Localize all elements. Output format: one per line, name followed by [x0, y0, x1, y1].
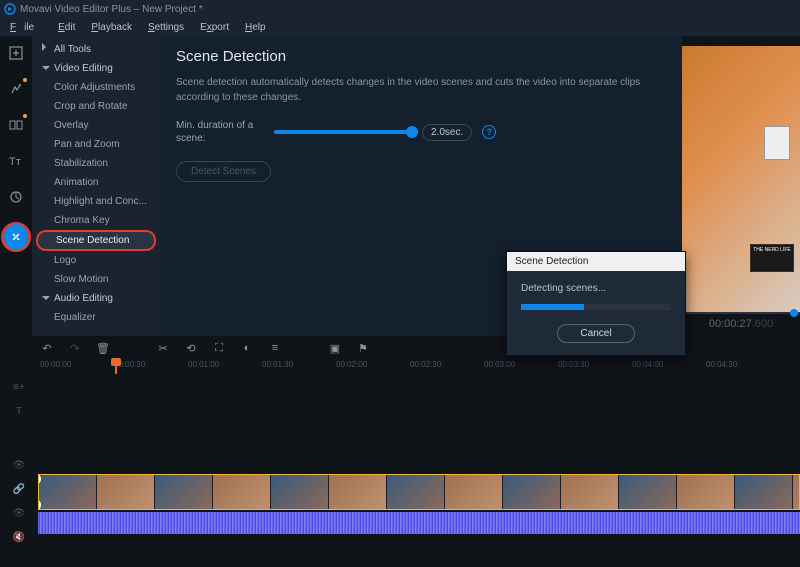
sidebar-item-stabilization[interactable]: Stabilization [32, 154, 160, 173]
undo-icon[interactable]: ↶ [40, 341, 54, 355]
sidebar-item-color[interactable]: Color Adjustments [32, 78, 160, 97]
sidebar-item-chromakey[interactable]: Chroma Key [32, 211, 160, 230]
min-duration-slider[interactable] [274, 130, 412, 134]
audio-track-clip[interactable] [38, 512, 800, 534]
detect-scenes-button[interactable]: Detect Scenes [176, 161, 271, 182]
add-track-icon[interactable]: ≡+ [13, 382, 25, 396]
sidebar-item-slowmotion[interactable]: Slow Motion [32, 270, 160, 289]
menubar: File Edit Playback Settings Export Help [0, 18, 800, 36]
titles-icon[interactable]: Tᴛ [5, 150, 27, 172]
min-duration-label: Min. duration of a scene: [176, 119, 264, 145]
titlebar: Movavi Video Editor Plus – New Project * [0, 0, 800, 18]
add-media-icon[interactable] [5, 42, 27, 64]
cut-icon[interactable]: ✂ [156, 341, 170, 355]
clip-props-icon[interactable]: ≡ [268, 341, 282, 355]
help-icon[interactable]: ? [482, 125, 496, 139]
sidebar-item-logo[interactable]: Logo [32, 251, 160, 270]
preview-scrubber[interactable] [682, 312, 800, 314]
preview-sign: THE NERD LIFE [750, 244, 794, 272]
svg-text:Tᴛ: Tᴛ [9, 156, 21, 168]
tool-strip: Tᴛ [0, 36, 32, 336]
highlight-ring [1, 222, 31, 252]
preview-pane: THE NERD LIFE 00:00:27.600 [682, 36, 800, 336]
sidebar-video-editing[interactable]: Video Editing [32, 59, 160, 78]
progress-bar [521, 304, 671, 310]
sidebar: All Tools Video Editing Color Adjustment… [32, 36, 160, 336]
text-track-icon[interactable]: T [16, 406, 22, 420]
sidebar-item-animation[interactable]: Animation [32, 173, 160, 192]
filters-icon[interactable] [5, 78, 27, 100]
menu-settings[interactable]: Settings [140, 20, 192, 35]
video-track-clip[interactable] [38, 474, 800, 510]
crop-icon[interactable]: ⛶ [212, 341, 226, 355]
progress-dialog: Scene Detection Detecting scenes... Canc… [506, 251, 686, 356]
preview-timecode: 00:00:27.600 [709, 318, 773, 330]
app-logo-icon [4, 3, 16, 15]
panel-description: Scene detection automatically detects ch… [176, 75, 666, 105]
delete-icon[interactable]: 🗑 [96, 341, 110, 355]
sidebar-item-overlay[interactable]: Overlay [32, 116, 160, 135]
timeline-tracks: ≡+ T 👁 🔗 👁 🔇 [0, 374, 800, 549]
marker-icon[interactable]: ⚑ [356, 341, 370, 355]
record-icon[interactable]: ▣ [328, 341, 342, 355]
sidebar-item-highlight[interactable]: Highlight and Conc... [32, 192, 160, 211]
cancel-button[interactable]: Cancel [557, 324, 634, 343]
menu-export[interactable]: Export [192, 20, 237, 35]
more-tools-icon[interactable] [4, 224, 28, 250]
dialog-title: Scene Detection [507, 252, 685, 271]
sidebar-all-tools[interactable]: All Tools [32, 40, 160, 59]
panel-title: Scene Detection [176, 48, 666, 65]
menu-playback[interactable]: Playback [83, 20, 140, 35]
sidebar-item-scenedetection[interactable]: Scene Detection [36, 230, 156, 251]
redo-icon[interactable]: ↷ [68, 341, 82, 355]
sidebar-item-panzoom[interactable]: Pan and Zoom [32, 135, 160, 154]
menu-file[interactable]: File [2, 20, 50, 35]
preview-frame: THE NERD LIFE [682, 46, 800, 312]
stickers-icon[interactable] [5, 186, 27, 208]
track-heads: ≡+ T 👁 🔗 👁 🔇 [0, 374, 38, 549]
sidebar-item-crop[interactable]: Crop and Rotate [32, 97, 160, 116]
track-link-icon[interactable]: 🔗 [13, 484, 25, 498]
dialog-status: Detecting scenes... [521, 283, 671, 294]
track-visibility2-icon[interactable]: 👁 [13, 508, 26, 522]
sidebar-item-equalizer[interactable]: Equalizer [32, 308, 160, 327]
rotate-icon[interactable]: ⟲ [184, 341, 198, 355]
timeline-ruler[interactable]: 00:00:0000:00:3000:01:0000:01:3000:02:00… [0, 360, 800, 374]
min-duration-value[interactable]: 2.0sec. [422, 124, 472, 141]
preview-photo [764, 126, 790, 160]
sidebar-audio-editing[interactable]: Audio Editing [32, 289, 160, 308]
window-title: Movavi Video Editor Plus – New Project * [20, 4, 203, 15]
menu-edit[interactable]: Edit [50, 20, 83, 35]
color-icon[interactable]: ◐ [240, 341, 254, 355]
track-visibility-icon[interactable]: 👁 [13, 460, 26, 474]
transitions-icon[interactable] [5, 114, 27, 136]
menu-help[interactable]: Help [237, 20, 274, 35]
track-mute-icon[interactable]: 🔇 [13, 532, 25, 546]
